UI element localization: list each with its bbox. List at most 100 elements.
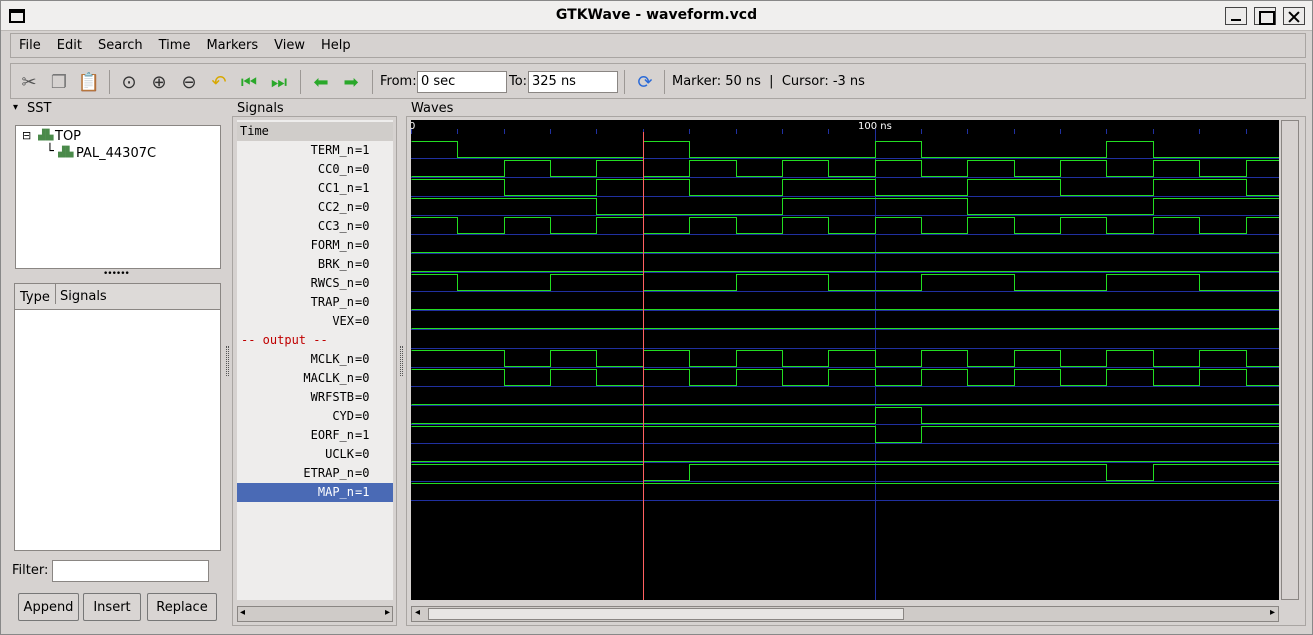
signal-name: VEX [332, 314, 354, 328]
signal-name: MCLK_n [310, 352, 354, 366]
replace-button[interactable]: Replace [147, 593, 217, 621]
signal-name: CC0_n [317, 162, 354, 176]
sst-collapse-icon[interactable]: ▾ [13, 102, 18, 113]
signal-value: =0 [355, 276, 370, 290]
signal-row[interactable]: MCLK_n =0 [237, 350, 393, 369]
from-time-input[interactable]: 0 sec [417, 71, 507, 93]
to-time-input[interactable]: 325 ns [528, 71, 618, 93]
waveform-trace [411, 141, 1279, 158]
menu-time[interactable]: Time [151, 34, 199, 57]
signal-row[interactable]: CC2_n =0 [237, 198, 393, 217]
signal-row[interactable]: TRAP_n =0 [237, 293, 393, 312]
signal-comment-row[interactable]: -- output -- [237, 331, 393, 350]
find-next-edge-icon[interactable]: ➡ [339, 70, 363, 94]
filter-label: Filter: [12, 563, 49, 578]
append-button[interactable]: Append [18, 593, 79, 621]
signal-comment-label: -- output -- [241, 333, 328, 347]
type-column-header[interactable]: Type [20, 290, 50, 305]
menu-markers[interactable]: Markers [198, 34, 266, 57]
pane-grip[interactable] [400, 346, 403, 376]
signal-row[interactable]: TERM_n =1 [237, 141, 393, 160]
window-title: GTKWave - waveform.vcd [555, 7, 758, 23]
copy-icon[interactable]: ❐ [47, 70, 71, 94]
zoom-in-icon[interactable]: ⊕ [147, 70, 171, 94]
signal-value: =0 [355, 390, 370, 404]
menu-view[interactable]: View [266, 34, 313, 57]
signal-names-list: Time TERM_n =1 CC0_n =0 CC1_n =1 CC2_n =0 CC3_n =… [237, 120, 393, 600]
menu-search[interactable]: Search [90, 34, 151, 57]
signal-value: =1 [355, 485, 370, 499]
signal-row[interactable]: ETRAP_n =0 [237, 464, 393, 483]
pane-grip[interactable] [226, 346, 229, 376]
scroll-right-icon[interactable]: ▸ [385, 607, 390, 618]
signal-row[interactable]: CC0_n =0 [237, 160, 393, 179]
module-icon: ▟▙ [38, 130, 54, 141]
insert-button[interactable]: Insert [83, 593, 141, 621]
undo-icon[interactable]: ↶ [207, 70, 231, 94]
signal-name: CC2_n [317, 200, 354, 214]
cut-icon[interactable]: ✂ [17, 70, 41, 94]
waveform-trace [411, 274, 1279, 291]
signal-row[interactable]: EORF_n =1 [237, 426, 393, 445]
signals-column-header[interactable]: Signals [55, 284, 107, 304]
zoom-to-end-icon[interactable]: ⏭ [267, 70, 291, 94]
zoom-fit-icon[interactable]: ⊙ [117, 70, 141, 94]
toolbar-separator [624, 70, 625, 94]
signal-name: MACLK_n [303, 371, 354, 385]
zoom-out-icon[interactable]: ⊖ [177, 70, 201, 94]
signal-row[interactable]: WRFSTB =0 [237, 388, 393, 407]
waveform-trace [411, 369, 1279, 386]
signal-value: =0 [355, 200, 370, 214]
reload-icon[interactable]: ⟳ [633, 70, 657, 94]
signals-hscrollbar[interactable]: ◂ ▸ [237, 606, 393, 622]
scroll-right-icon[interactable]: ▸ [1270, 607, 1275, 618]
signal-row[interactable]: CYD =0 [237, 407, 393, 426]
signal-row[interactable]: BRK_n =0 [237, 255, 393, 274]
scroll-left-icon[interactable]: ◂ [240, 607, 245, 618]
signal-value: =0 [355, 466, 370, 480]
gtkwave-window: GTKWave - waveform.vcd File Edit Search … [0, 0, 1313, 635]
close-button[interactable] [1283, 7, 1305, 25]
pane-resize-handle[interactable]: •••••• [103, 269, 130, 279]
signal-name: CYD [332, 409, 354, 423]
maximize-button[interactable] [1254, 7, 1276, 25]
signal-row[interactable]: CC1_n =1 [237, 179, 393, 198]
toolbar-separator [300, 70, 301, 94]
signal-row[interactable]: MACLK_n =0 [237, 369, 393, 388]
signal-row[interactable]: FORM_n =0 [237, 236, 393, 255]
menu-edit[interactable]: Edit [49, 34, 90, 57]
waves-vscrollbar[interactable] [1281, 120, 1299, 600]
signal-name: WRFSTB [310, 390, 354, 404]
signal-name: RWCS_n [310, 276, 354, 290]
zoom-to-start-icon[interactable]: ⏮ [237, 70, 261, 94]
signal-row[interactable]: RWCS_n =0 [237, 274, 393, 293]
menu-help[interactable]: Help [313, 34, 359, 57]
menu-file[interactable]: File [11, 34, 49, 57]
signal-row[interactable]: MAP_n =1 [237, 483, 393, 502]
waveform-trace [411, 198, 1279, 215]
filter-input[interactable] [52, 560, 209, 582]
signal-name: UCLK [325, 447, 354, 461]
title-bar: GTKWave - waveform.vcd [1, 1, 1312, 31]
time-100ns-label: 100 ns [858, 121, 892, 132]
wave-display[interactable]: 0 100 ns [411, 120, 1279, 600]
waves-hscrollbar[interactable]: ◂ ▸ [411, 606, 1279, 622]
scroll-left-icon[interactable]: ◂ [415, 607, 420, 618]
tree-item-top[interactable]: TOP [55, 129, 81, 144]
wave-canvas[interactable]: 0 100 ns [411, 120, 1279, 600]
find-prev-edge-icon[interactable]: ⬅ [309, 70, 333, 94]
signal-value: =0 [355, 238, 370, 252]
paste-icon[interactable]: 📋 [77, 70, 101, 94]
minimize-button[interactable] [1225, 7, 1247, 25]
signals-label: Signals [237, 101, 287, 116]
signal-value: =0 [355, 409, 370, 423]
signal-row[interactable]: CC3_n =0 [237, 217, 393, 236]
sst-tree: ⊟ ▟▙ TOP └ ▟▙ PAL_44307C [15, 125, 221, 269]
signal-name: EORF_n [310, 428, 354, 442]
toolbar-separator [664, 70, 665, 94]
tree-expander-icon[interactable]: ⊟ [22, 129, 31, 142]
signal-row[interactable]: UCLK =0 [237, 445, 393, 464]
tree-item-pal[interactable]: PAL_44307C [76, 146, 156, 161]
waves-scroll-thumb[interactable] [428, 608, 904, 620]
signal-row[interactable]: VEX =0 [237, 312, 393, 331]
